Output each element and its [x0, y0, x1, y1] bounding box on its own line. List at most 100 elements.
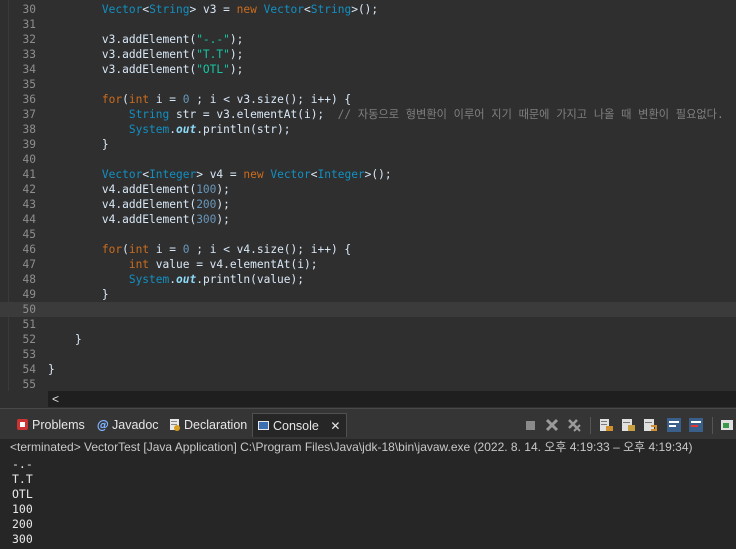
clear-console-icon[interactable] [598, 417, 614, 433]
code-line[interactable]: 44 v4.addElement(300); [0, 212, 736, 227]
console-output-line: -.- [12, 457, 33, 471]
code-text[interactable]: } [48, 287, 109, 302]
code-token: "-.-" [196, 33, 230, 46]
code-text[interactable]: Vector<Integer> v4 = new Vector<Integer>… [48, 167, 392, 182]
code-token: int [128, 243, 150, 256]
code-line[interactable]: 50 [0, 302, 736, 317]
code-line[interactable]: 33 v3.addElement("T.T"); [0, 47, 736, 62]
code-token: int [128, 93, 150, 106]
code-token: for [101, 93, 123, 106]
show-on-error-icon[interactable] [688, 417, 704, 433]
console-output[interactable]: -.- T.T OTL 100 200 300 [12, 457, 33, 547]
code-text[interactable]: for(int i = 0 ; i < v4.size(); i++) { [48, 242, 351, 257]
pin-console-icon[interactable] [720, 417, 736, 433]
code-text[interactable]: v4.addElement(100); [48, 182, 230, 197]
code-editor[interactable]: 30 Vector<String> v3 = new Vector<String… [0, 0, 736, 391]
code-text[interactable]: v4.addElement(300); [48, 212, 230, 227]
line-number: 44 [22, 213, 36, 226]
code-token: ( [122, 243, 129, 256]
line-number: 42 [22, 183, 36, 196]
code-token: i = [149, 243, 183, 256]
code-token: >(); [351, 3, 379, 16]
code-line[interactable]: 54} [0, 362, 736, 377]
code-line[interactable]: 45 [0, 227, 736, 242]
tab-console[interactable]: Console ✕ [252, 413, 348, 438]
console-output-line: 200 [12, 517, 33, 531]
problems-icon [17, 419, 28, 430]
code-line[interactable]: 51 [0, 317, 736, 332]
code-line[interactable]: 30 Vector<String> v3 = new Vector<String… [0, 2, 736, 17]
code-text[interactable]: v3.addElement("-.-"); [48, 32, 243, 47]
close-icon[interactable]: ✕ [330, 414, 340, 438]
code-token: out [176, 123, 197, 136]
code-text[interactable]: } [48, 362, 55, 377]
code-line[interactable]: 47 int value = v4.elementAt(i); [0, 257, 736, 272]
terminate-icon[interactable] [522, 417, 538, 433]
code-token: String [149, 3, 190, 16]
code-token: Vector [263, 3, 305, 16]
code-token: 100 [196, 183, 217, 196]
code-token: . [169, 273, 176, 286]
tab-declaration[interactable]: Declaration [164, 413, 253, 437]
code-line[interactable]: 40 [0, 152, 736, 167]
remove-all-terminated-icon[interactable] [566, 417, 582, 433]
code-token: 0 [182, 93, 190, 106]
code-text[interactable]: v3.addElement("T.T"); [48, 47, 243, 62]
line-number: 36 [22, 93, 36, 106]
remove-launch-icon[interactable] [544, 417, 560, 433]
line-number: 31 [22, 18, 36, 31]
show-on-output-icon[interactable] [666, 417, 682, 433]
code-token: Vector [270, 168, 311, 181]
code-text[interactable]: String str = v3.elementAt(i); // 자동으로 형변… [48, 107, 724, 122]
tab-javadoc-label: Javadoc [112, 418, 159, 432]
code-text[interactable]: for(int i = 0 ; i < v3.size(); i++) { [48, 92, 351, 107]
code-text[interactable]: } [48, 332, 82, 347]
code-text[interactable]: } [48, 137, 109, 152]
code-line[interactable]: 55 [0, 377, 736, 391]
code-text[interactable]: Vector<String> v3 = new Vector<String>()… [48, 2, 378, 17]
code-token: ); [229, 33, 244, 46]
code-token: v4.addElement( [48, 183, 197, 196]
code-line[interactable]: 34 v3.addElement("OTL"); [0, 62, 736, 77]
code-text[interactable]: v3.addElement("OTL"); [48, 62, 243, 77]
code-text[interactable]: int value = v4.elementAt(i); [48, 257, 318, 272]
code-line[interactable]: 35 [0, 77, 736, 92]
declaration-icon [170, 419, 180, 431]
code-token: >(); [364, 168, 392, 181]
line-number: 46 [22, 243, 36, 256]
horizontal-scrollbar[interactable]: < [48, 391, 736, 407]
scroll-left-arrow-icon[interactable]: < [52, 391, 59, 407]
scroll-lock-icon[interactable] [620, 417, 636, 433]
code-token: Integer [149, 168, 197, 181]
toolbar-separator [590, 417, 591, 434]
code-line[interactable]: 38 System.out.println(str); [0, 122, 736, 137]
code-token: i = [149, 93, 183, 106]
code-line[interactable]: 46 for(int i = 0 ; i < v4.size(); i++) { [0, 242, 736, 257]
tab-problems[interactable]: Problems [12, 413, 91, 437]
code-token: str = v3.elementAt(i); [169, 108, 338, 121]
code-line[interactable]: 31 [0, 17, 736, 32]
code-line[interactable]: 49 } [0, 287, 736, 302]
code-line[interactable]: 37 String str = v3.elementAt(i); // 자동으로… [0, 107, 736, 122]
code-text[interactable]: System.out.println(str); [48, 122, 291, 137]
code-token: ( [122, 93, 129, 106]
word-wrap-icon[interactable] [642, 417, 658, 433]
code-line[interactable]: 36 for(int i = 0 ; i < v3.size(); i++) { [0, 92, 736, 107]
editor-gutter-bottom [0, 391, 48, 407]
code-token: } [48, 138, 109, 151]
code-line[interactable]: 48 System.out.println(value); [0, 272, 736, 287]
code-line[interactable]: 43 v4.addElement(200); [0, 197, 736, 212]
code-text[interactable]: System.out.println(value); [48, 272, 304, 287]
code-line[interactable]: 39 } [0, 137, 736, 152]
code-line[interactable]: 41 Vector<Integer> v4 = new Vector<Integ… [0, 167, 736, 182]
tab-javadoc[interactable]: @ Javadoc [92, 413, 165, 437]
code-line[interactable]: 52 } [0, 332, 736, 347]
code-line[interactable]: 42 v4.addElement(100); [0, 182, 736, 197]
code-line[interactable]: 32 v3.addElement("-.-"); [0, 32, 736, 47]
code-line[interactable]: 53 [0, 347, 736, 362]
code-text[interactable]: v4.addElement(200); [48, 197, 230, 212]
console-output-line: 100 [12, 502, 33, 516]
